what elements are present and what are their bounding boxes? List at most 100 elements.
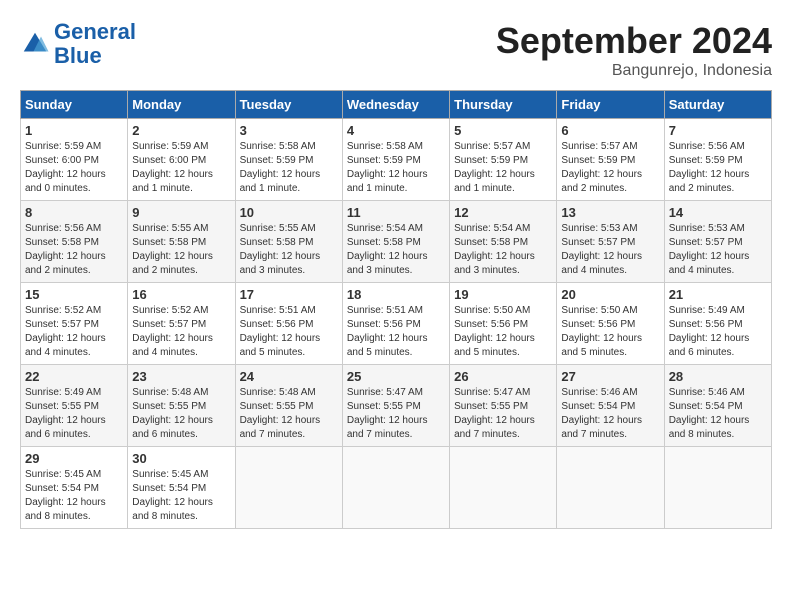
header-sunday: Sunday: [21, 91, 128, 119]
header-tuesday: Tuesday: [235, 91, 342, 119]
calendar-cell: 25Sunrise: 5:47 AMSunset: 5:55 PMDayligh…: [342, 365, 449, 447]
calendar-cell: 2 Sunrise: 5:59 AMSunset: 6:00 PMDaylight…: [128, 119, 235, 201]
day-details: Sunrise: 5:56 AMSunset: 5:58 PMDaylight:…: [25, 223, 106, 276]
day-number: 3: [240, 123, 338, 138]
day-number: 27: [561, 369, 659, 384]
day-details: Sunrise: 5:58 AMSunset: 5:59 PMDaylight:…: [347, 141, 428, 194]
calendar-cell: [450, 447, 557, 529]
day-number: 20: [561, 287, 659, 302]
day-details: Sunrise: 5:51 AMSunset: 5:56 PMDaylight:…: [240, 305, 321, 358]
logo-blue: Blue: [54, 43, 102, 68]
header-monday: Monday: [128, 91, 235, 119]
calendar-cell: 29Sunrise: 5:45 AMSunset: 5:54 PMDayligh…: [21, 447, 128, 529]
day-details: Sunrise: 5:52 AMSunset: 5:57 PMDaylight:…: [132, 305, 213, 358]
header-saturday: Saturday: [664, 91, 771, 119]
day-number: 1: [25, 123, 123, 138]
day-number: 4: [347, 123, 445, 138]
day-details: Sunrise: 5:47 AMSunset: 5:55 PMDaylight:…: [347, 387, 428, 440]
calendar-cell: 6Sunrise: 5:57 AMSunset: 5:59 PMDaylight…: [557, 119, 664, 201]
day-number: 28: [669, 369, 767, 384]
calendar-header: SundayMondayTuesdayWednesdayThursdayFrid…: [21, 91, 772, 119]
calendar-cell: 12Sunrise: 5:54 AMSunset: 5:58 PMDayligh…: [450, 201, 557, 283]
day-details: Sunrise: 5:52 AMSunset: 5:57 PMDaylight:…: [25, 305, 106, 358]
day-number: 22: [25, 369, 123, 384]
calendar-body: 1 Sunrise: 5:59 AMSunset: 6:00 PMDaylight…: [21, 119, 772, 529]
calendar-cell: 3 Sunrise: 5:58 AMSunset: 5:59 PMDaylight…: [235, 119, 342, 201]
calendar-cell: 18 Sunrise: 5:51 AMSunset: 5:56 PMDayligh…: [342, 283, 449, 365]
day-details: Sunrise: 5:59 AMSunset: 6:00 PMDaylight:…: [132, 141, 213, 194]
day-number: 10: [240, 205, 338, 220]
calendar-cell: 21Sunrise: 5:49 AMSunset: 5:56 PMDayligh…: [664, 283, 771, 365]
day-details: Sunrise: 5:48 AMSunset: 5:55 PMDaylight:…: [132, 387, 213, 440]
header-wednesday: Wednesday: [342, 91, 449, 119]
calendar-week-2: 8 Sunrise: 5:56 AMSunset: 5:58 PMDaylight…: [21, 201, 772, 283]
day-number: 19: [454, 287, 552, 302]
day-details: Sunrise: 5:55 AMSunset: 5:58 PMDaylight:…: [240, 223, 321, 276]
day-number: 6: [561, 123, 659, 138]
calendar-cell: 13Sunrise: 5:53 AMSunset: 5:57 PMDayligh…: [557, 201, 664, 283]
logo-text: General Blue: [54, 20, 136, 68]
calendar-cell: 27Sunrise: 5:46 AMSunset: 5:54 PMDayligh…: [557, 365, 664, 447]
calendar-week-4: 22 Sunrise: 5:49 AMSunset: 5:55 PMDayligh…: [21, 365, 772, 447]
day-number: 15: [25, 287, 123, 302]
calendar-cell: 1 Sunrise: 5:59 AMSunset: 6:00 PMDaylight…: [21, 119, 128, 201]
location: Bangunrejo, Indonesia: [496, 62, 772, 80]
day-details: Sunrise: 5:51 AMSunset: 5:56 PMDaylight:…: [347, 305, 428, 358]
day-number: 16: [132, 287, 230, 302]
header-thursday: Thursday: [450, 91, 557, 119]
calendar-week-5: 29Sunrise: 5:45 AMSunset: 5:54 PMDayligh…: [21, 447, 772, 529]
calendar-cell: [235, 447, 342, 529]
day-number: 21: [669, 287, 767, 302]
day-details: Sunrise: 5:53 AMSunset: 5:57 PMDaylight:…: [669, 223, 750, 276]
day-number: 5: [454, 123, 552, 138]
day-number: 26: [454, 369, 552, 384]
calendar-cell: 19 Sunrise: 5:50 AMSunset: 5:56 PMDayligh…: [450, 283, 557, 365]
day-number: 13: [561, 205, 659, 220]
calendar-cell: 5 Sunrise: 5:57 AMSunset: 5:59 PMDaylight…: [450, 119, 557, 201]
calendar-cell: 17 Sunrise: 5:51 AMSunset: 5:56 PMDayligh…: [235, 283, 342, 365]
calendar-cell: [557, 447, 664, 529]
calendar-cell: 10 Sunrise: 5:55 AMSunset: 5:58 PMDayligh…: [235, 201, 342, 283]
day-details: Sunrise: 5:54 AMSunset: 5:58 PMDaylight:…: [347, 223, 428, 276]
day-details: Sunrise: 5:57 AMSunset: 5:59 PMDaylight:…: [454, 141, 535, 194]
header-row: SundayMondayTuesdayWednesdayThursdayFrid…: [21, 91, 772, 119]
day-details: Sunrise: 5:54 AMSunset: 5:58 PMDaylight:…: [454, 223, 535, 276]
day-number: 30: [132, 451, 230, 466]
calendar-table: SundayMondayTuesdayWednesdayThursdayFrid…: [20, 90, 772, 529]
title-block: September 2024 Bangunrejo, Indonesia: [496, 20, 772, 80]
day-number: 11: [347, 205, 445, 220]
logo: General Blue: [20, 20, 136, 68]
header-friday: Friday: [557, 91, 664, 119]
day-details: Sunrise: 5:56 AMSunset: 5:59 PMDaylight:…: [669, 141, 750, 194]
day-number: 17: [240, 287, 338, 302]
calendar-cell: 15 Sunrise: 5:52 AMSunset: 5:57 PMDayligh…: [21, 283, 128, 365]
logo-icon: [20, 29, 50, 59]
day-details: Sunrise: 5:46 AMSunset: 5:54 PMDaylight:…: [669, 387, 750, 440]
day-number: 18: [347, 287, 445, 302]
day-details: Sunrise: 5:49 AMSunset: 5:55 PMDaylight:…: [25, 387, 106, 440]
month-title: September 2024: [496, 20, 772, 62]
day-number: 24: [240, 369, 338, 384]
calendar-cell: 26Sunrise: 5:47 AMSunset: 5:55 PMDayligh…: [450, 365, 557, 447]
day-number: 14: [669, 205, 767, 220]
day-number: 8: [25, 205, 123, 220]
calendar-cell: 16 Sunrise: 5:52 AMSunset: 5:57 PMDayligh…: [128, 283, 235, 365]
day-details: Sunrise: 5:50 AMSunset: 5:56 PMDaylight:…: [454, 305, 535, 358]
day-details: Sunrise: 5:58 AMSunset: 5:59 PMDaylight:…: [240, 141, 321, 194]
day-number: 2: [132, 123, 230, 138]
calendar-cell: 30Sunrise: 5:45 AMSunset: 5:54 PMDayligh…: [128, 447, 235, 529]
day-number: 29: [25, 451, 123, 466]
calendar-cell: 20Sunrise: 5:50 AMSunset: 5:56 PMDayligh…: [557, 283, 664, 365]
calendar-cell: 28 Sunrise: 5:46 AMSunset: 5:54 PMDayligh…: [664, 365, 771, 447]
calendar-cell: 22 Sunrise: 5:49 AMSunset: 5:55 PMDayligh…: [21, 365, 128, 447]
calendar-cell: 8 Sunrise: 5:56 AMSunset: 5:58 PMDaylight…: [21, 201, 128, 283]
calendar-cell: 24Sunrise: 5:48 AMSunset: 5:55 PMDayligh…: [235, 365, 342, 447]
calendar-cell: 11 Sunrise: 5:54 AMSunset: 5:58 PMDayligh…: [342, 201, 449, 283]
page-header: General Blue September 2024 Bangunrejo, …: [20, 20, 772, 80]
calendar-week-1: 1 Sunrise: 5:59 AMSunset: 6:00 PMDaylight…: [21, 119, 772, 201]
day-details: Sunrise: 5:59 AMSunset: 6:00 PMDaylight:…: [25, 141, 106, 194]
day-details: Sunrise: 5:55 AMSunset: 5:58 PMDaylight:…: [132, 223, 213, 276]
calendar-cell: 7Sunrise: 5:56 AMSunset: 5:59 PMDaylight…: [664, 119, 771, 201]
calendar-cell: [342, 447, 449, 529]
logo-general: General: [54, 19, 136, 44]
